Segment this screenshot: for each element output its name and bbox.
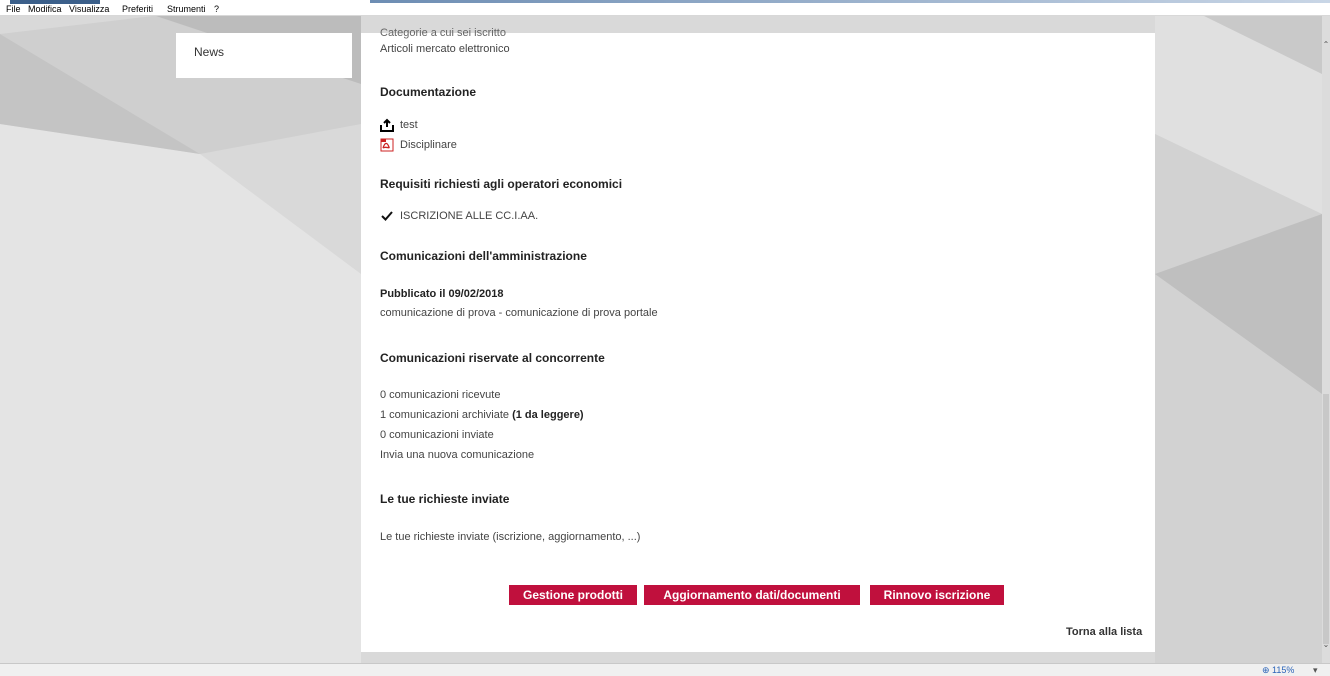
requisito-label: ISCRIZIONE ALLE CC.I.AA. [400, 210, 539, 222]
pdf-icon [380, 138, 394, 152]
aggiornamento-button[interactable]: Aggiornamento dati/documenti [644, 585, 860, 605]
status-bar: ⊕ 115% ▾ [0, 663, 1330, 676]
menu-bar: File Modifica Visualizza Preferiti Strum… [0, 4, 1330, 16]
new-communication-link[interactable]: Invia una nuova comunicazione [380, 449, 534, 461]
zoom-value: 115% [1272, 665, 1295, 675]
archived-link[interactable]: 1 comunicazioni archiviate (1 da leggere… [380, 409, 584, 421]
scroll-down-icon[interactable]: ⌄ [1322, 640, 1330, 650]
title-gradient [370, 0, 1330, 3]
received-link[interactable]: 0 comunicazioni ricevute [380, 389, 500, 401]
check-icon [380, 209, 394, 223]
main-content: Categorie a cui sei iscritto Articoli me… [361, 27, 1155, 652]
categories-link-cut[interactable]: Categorie a cui sei iscritto [380, 27, 506, 39]
documentazione-heading: Documentazione [380, 85, 477, 99]
zoom-dropdown-icon[interactable]: ▾ [1313, 664, 1318, 676]
upload-icon [380, 118, 394, 132]
archived-label: 1 comunicazioni archiviate [380, 409, 510, 421]
articles-link[interactable]: Articoli mercato elettronico [380, 43, 510, 55]
doc-item-disciplinare[interactable]: Disciplinare [380, 138, 457, 152]
sidebar-panel: News [176, 33, 352, 78]
menu-modifica[interactable]: Modifica [28, 4, 62, 15]
comunicazioni-ris-heading: Comunicazioni riservate al concorrente [380, 351, 605, 365]
menu-preferiti[interactable]: Preferiti [122, 4, 153, 15]
comunicazione-text[interactable]: comunicazione di prova - comunicazione d… [380, 307, 658, 319]
rinnovo-iscrizione-button[interactable]: Rinnovo iscrizione [870, 585, 1004, 605]
back-to-list-link[interactable]: Torna alla lista [1066, 626, 1142, 638]
menu-strumenti[interactable]: Strumenti [167, 4, 206, 15]
archived-unread: (1 da leggere) [512, 409, 584, 421]
menu-file[interactable]: File [6, 4, 21, 15]
scroll-up-icon[interactable]: ⌃ [1322, 40, 1330, 50]
richieste-link[interactable]: Le tue richieste inviate (iscrizione, ag… [380, 531, 640, 543]
richieste-heading: Le tue richieste inviate [380, 492, 510, 506]
menu-help[interactable]: ? [214, 4, 219, 15]
sidebar-item-news[interactable]: News [194, 45, 224, 59]
gestione-prodotti-button[interactable]: Gestione prodotti [509, 585, 637, 605]
scroll-thumb[interactable] [1323, 394, 1329, 644]
published-date: Pubblicato il 09/02/2018 [380, 288, 504, 300]
comunicazioni-amm-heading: Comunicazioni dell'amministrazione [380, 249, 587, 263]
vertical-scrollbar[interactable]: ⌃ ⌄ [1322, 32, 1330, 663]
doc-item-label: test [400, 119, 418, 131]
doc-item-test[interactable]: test [380, 118, 418, 132]
requisiti-heading: Requisiti richiesti agli operatori econo… [380, 177, 623, 191]
menu-visualizza[interactable]: Visualizza [69, 4, 109, 15]
zoom-level[interactable]: ⊕ 115% [1262, 664, 1294, 676]
doc-item-label: Disciplinare [400, 139, 457, 151]
sent-link[interactable]: 0 comunicazioni inviate [380, 429, 494, 441]
requisito-item: ISCRIZIONE ALLE CC.I.AA. [380, 209, 538, 223]
